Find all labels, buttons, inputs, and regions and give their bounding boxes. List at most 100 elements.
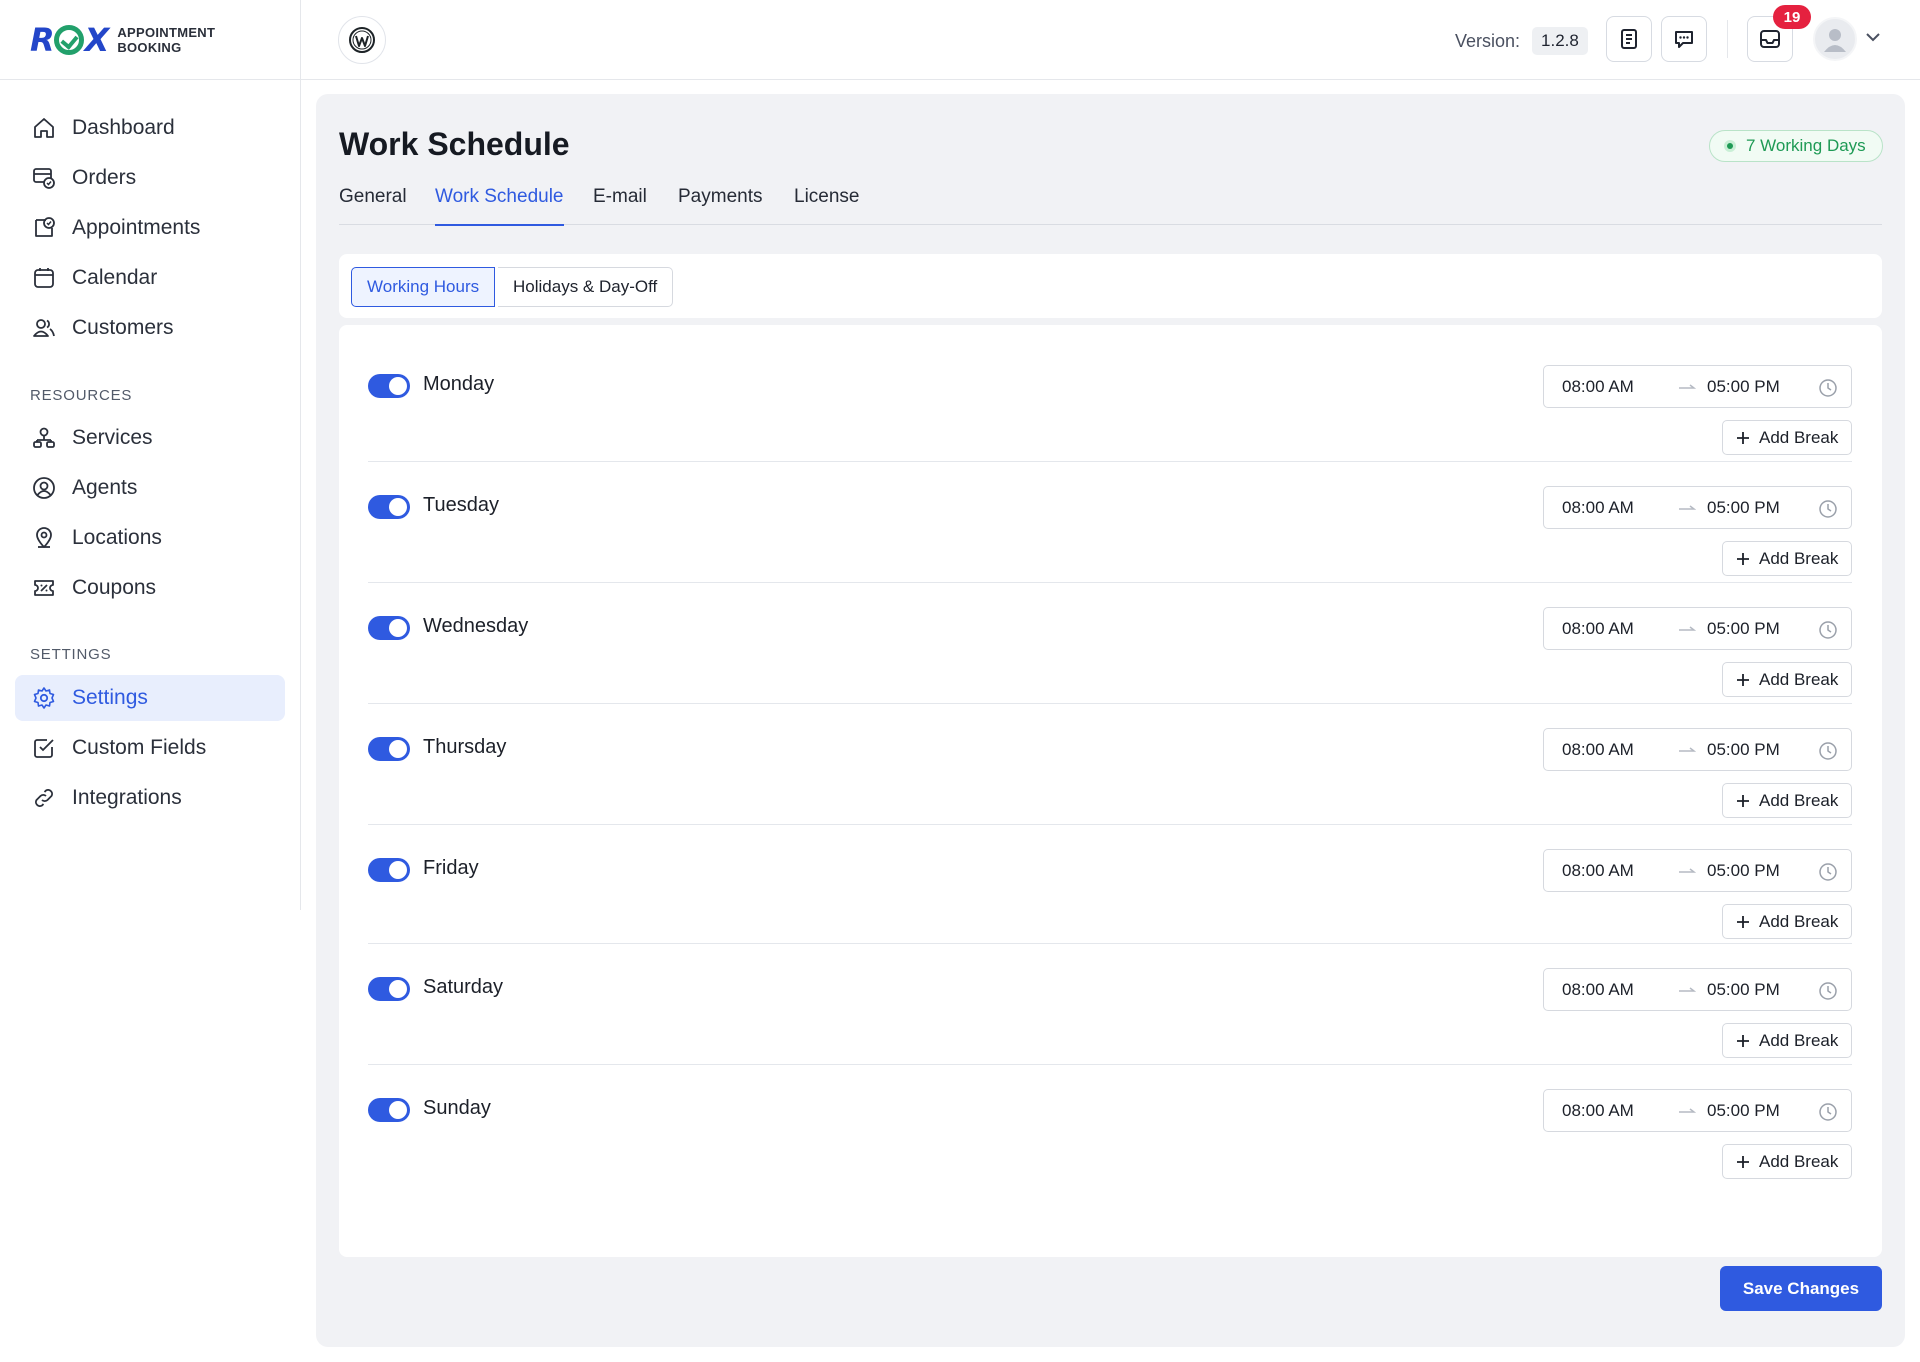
day-name: Thursday	[423, 736, 507, 758]
time-range-picker[interactable]: 08:00 AM 05:00 PM	[1543, 849, 1852, 892]
add-break-label: Add Break	[1759, 790, 1839, 810]
working-days-label: 7 Working Days	[1746, 136, 1866, 155]
day-toggle[interactable]	[368, 977, 410, 1001]
start-time[interactable]: 08:00 AM	[1562, 861, 1634, 881]
add-break-button[interactable]: Add Break	[1722, 420, 1852, 455]
start-time[interactable]: 08:00 AM	[1562, 377, 1634, 397]
logo-check-icon	[53, 25, 84, 55]
end-time[interactable]: 05:00 PM	[1707, 498, 1780, 518]
subtab-working-hours[interactable]: Working Hours	[351, 267, 496, 307]
sidebar-item-calendar[interactable]: Calendar	[15, 255, 285, 301]
customers-icon	[32, 316, 56, 340]
sidebar-item-label: Dashboard	[72, 116, 175, 139]
clock-icon	[1818, 862, 1838, 882]
sidebar-item-settings[interactable]: Settings	[15, 675, 285, 721]
tab-payments[interactable]: Payments	[678, 186, 762, 226]
header-separator	[1727, 20, 1728, 58]
time-range-picker[interactable]: 08:00 AM 05:00 PM	[1543, 968, 1852, 1011]
sidebar-item-dashboard[interactable]: Dashboard	[15, 105, 285, 151]
time-range-picker[interactable]: 08:00 AM 05:00 PM	[1543, 486, 1852, 529]
user-avatar[interactable]	[1813, 17, 1857, 61]
day-name: Tuesday	[423, 494, 499, 516]
page-title: Work Schedule	[339, 126, 570, 162]
docs-icon	[1618, 28, 1640, 50]
day-toggle[interactable]	[368, 374, 410, 398]
start-time[interactable]: 08:00 AM	[1562, 740, 1634, 760]
end-time[interactable]: 05:00 PM	[1707, 619, 1780, 639]
add-break-button[interactable]: Add Break	[1722, 662, 1852, 697]
clock-icon	[1818, 1102, 1838, 1122]
day-name: Friday	[423, 857, 479, 879]
brand-logo[interactable]: RX APPOINTMENT BOOKING	[30, 21, 300, 59]
logo-mark: RX	[30, 21, 110, 59]
start-time[interactable]: 08:00 AM	[1562, 1101, 1634, 1121]
end-time[interactable]: 05:00 PM	[1707, 740, 1780, 760]
arrow-right-icon	[1678, 621, 1696, 635]
add-break-button[interactable]: Add Break	[1722, 783, 1852, 818]
logo-text: APPOINTMENT BOOKING	[117, 25, 215, 55]
sidebar-item-custom-fields[interactable]: Custom Fields	[15, 725, 285, 771]
time-range-picker[interactable]: 08:00 AM 05:00 PM	[1543, 728, 1852, 771]
add-break-button[interactable]: Add Break	[1722, 1144, 1852, 1179]
day-toggle[interactable]	[368, 1098, 410, 1122]
sidebar-item-orders[interactable]: Orders	[15, 155, 285, 201]
subtabs-bar: Working Hours Holidays & Day-Off	[339, 254, 1882, 318]
start-time[interactable]: 08:00 AM	[1562, 498, 1634, 518]
arrow-right-icon	[1678, 863, 1696, 877]
end-time[interactable]: 05:00 PM	[1707, 861, 1780, 881]
plus-icon	[1735, 1154, 1751, 1170]
sidebar-item-label: Calendar	[72, 266, 158, 289]
arrow-right-icon	[1678, 1103, 1696, 1117]
sidebar-item-locations[interactable]: Locations	[15, 515, 285, 561]
sidebar-item-coupons[interactable]: Coupons	[15, 565, 285, 611]
save-changes-button[interactable]: Save Changes	[1720, 1266, 1882, 1311]
sidebar-item-services[interactable]: Services	[15, 415, 285, 461]
docs-button[interactable]	[1606, 16, 1652, 62]
add-break-button[interactable]: Add Break	[1722, 904, 1852, 939]
logo-letter-x: X	[84, 21, 110, 59]
sidebar-item-appointments[interactable]: Appointments	[15, 205, 285, 251]
sidebar-item-label: Integrations	[72, 786, 182, 809]
day-row-monday: Monday 08:00 AM 05:00 PM Add Break	[368, 341, 1852, 462]
time-range-picker[interactable]: 08:00 AM 05:00 PM	[1543, 365, 1852, 408]
tab-email[interactable]: E-mail	[593, 186, 647, 226]
sidebar-item-label: Services	[72, 426, 153, 449]
day-toggle[interactable]	[368, 616, 410, 640]
add-break-label: Add Break	[1759, 1030, 1839, 1050]
add-break-button[interactable]: Add Break	[1722, 1023, 1852, 1058]
sidebar-item-label: Appointments	[72, 216, 201, 239]
sidebar-item-customers[interactable]: Customers	[15, 305, 285, 351]
day-toggle[interactable]	[368, 737, 410, 761]
time-range-picker[interactable]: 08:00 AM 05:00 PM	[1543, 1089, 1852, 1132]
sidebar-item-label: Custom Fields	[72, 736, 207, 759]
plus-icon	[1735, 551, 1751, 567]
location-pin-icon	[32, 526, 56, 550]
arrow-right-icon	[1678, 500, 1696, 514]
end-time[interactable]: 05:00 PM	[1707, 377, 1780, 397]
subtab-holidays[interactable]: Holidays & Day-Off	[498, 267, 674, 307]
day-toggle[interactable]	[368, 858, 410, 882]
checkbox-icon	[32, 736, 56, 760]
sidebar-item-agents[interactable]: Agents	[15, 465, 285, 511]
add-break-label: Add Break	[1759, 1151, 1839, 1171]
start-time[interactable]: 08:00 AM	[1562, 980, 1634, 1000]
end-time[interactable]: 05:00 PM	[1707, 980, 1780, 1000]
tab-license[interactable]: License	[794, 186, 860, 226]
tab-work-schedule[interactable]: Work Schedule	[435, 186, 564, 226]
time-range-picker[interactable]: 08:00 AM 05:00 PM	[1543, 607, 1852, 650]
day-name: Sunday	[423, 1097, 491, 1119]
inbox-icon	[1759, 28, 1781, 50]
add-break-label: Add Break	[1759, 911, 1839, 931]
start-time[interactable]: 08:00 AM	[1562, 619, 1634, 639]
chat-button[interactable]	[1661, 16, 1707, 62]
add-break-button[interactable]: Add Break	[1722, 541, 1852, 576]
sidebar-item-integrations[interactable]: Integrations	[15, 775, 285, 821]
chevron-down-icon[interactable]	[1864, 28, 1882, 46]
end-time[interactable]: 05:00 PM	[1707, 1101, 1780, 1121]
day-row-thursday: Thursday 08:00 AM 05:00 PM Add Break	[368, 704, 1852, 825]
clock-icon	[1818, 378, 1838, 398]
day-toggle[interactable]	[368, 495, 410, 519]
clock-icon	[1818, 981, 1838, 1001]
wordpress-button[interactable]	[338, 16, 386, 64]
tab-general[interactable]: General	[339, 186, 407, 226]
